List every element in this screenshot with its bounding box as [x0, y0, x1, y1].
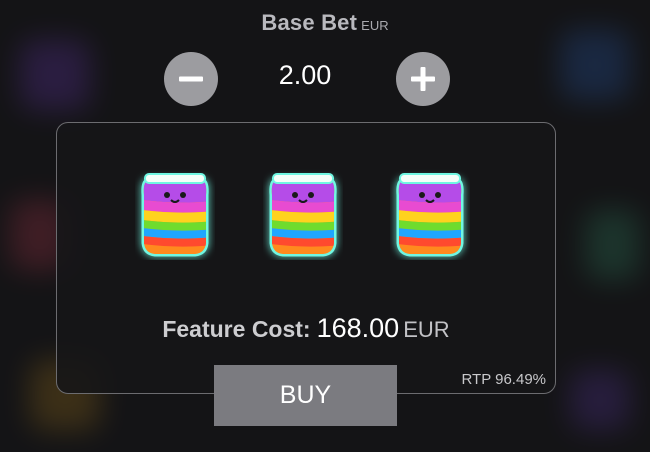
feature-cost-currency: EUR — [403, 317, 450, 342]
feature-cost-label: Feature Cost: — [162, 316, 311, 342]
feature-cost: Feature Cost: 168.00 EUR — [0, 313, 612, 344]
rainbow-jar-icon — [263, 165, 343, 260]
plus-icon — [411, 67, 435, 91]
decrease-bet-button[interactable] — [164, 52, 218, 106]
increase-bet-button[interactable] — [396, 52, 450, 106]
minus-icon — [179, 76, 203, 82]
rainbow-jar-icon — [390, 165, 470, 260]
rtp-label: RTP 96.49% — [461, 371, 547, 388]
bet-value: 2.00 — [278, 60, 332, 90]
base-bet-label: Base Bet — [261, 10, 358, 35]
buy-button[interactable]: BUY — [214, 365, 397, 426]
base-bet-title: Base Bet EUR — [0, 10, 650, 36]
base-bet-currency: EUR — [361, 18, 389, 33]
feature-cost-value: 168.00 — [316, 313, 400, 343]
rainbow-jar-icon — [135, 165, 215, 260]
